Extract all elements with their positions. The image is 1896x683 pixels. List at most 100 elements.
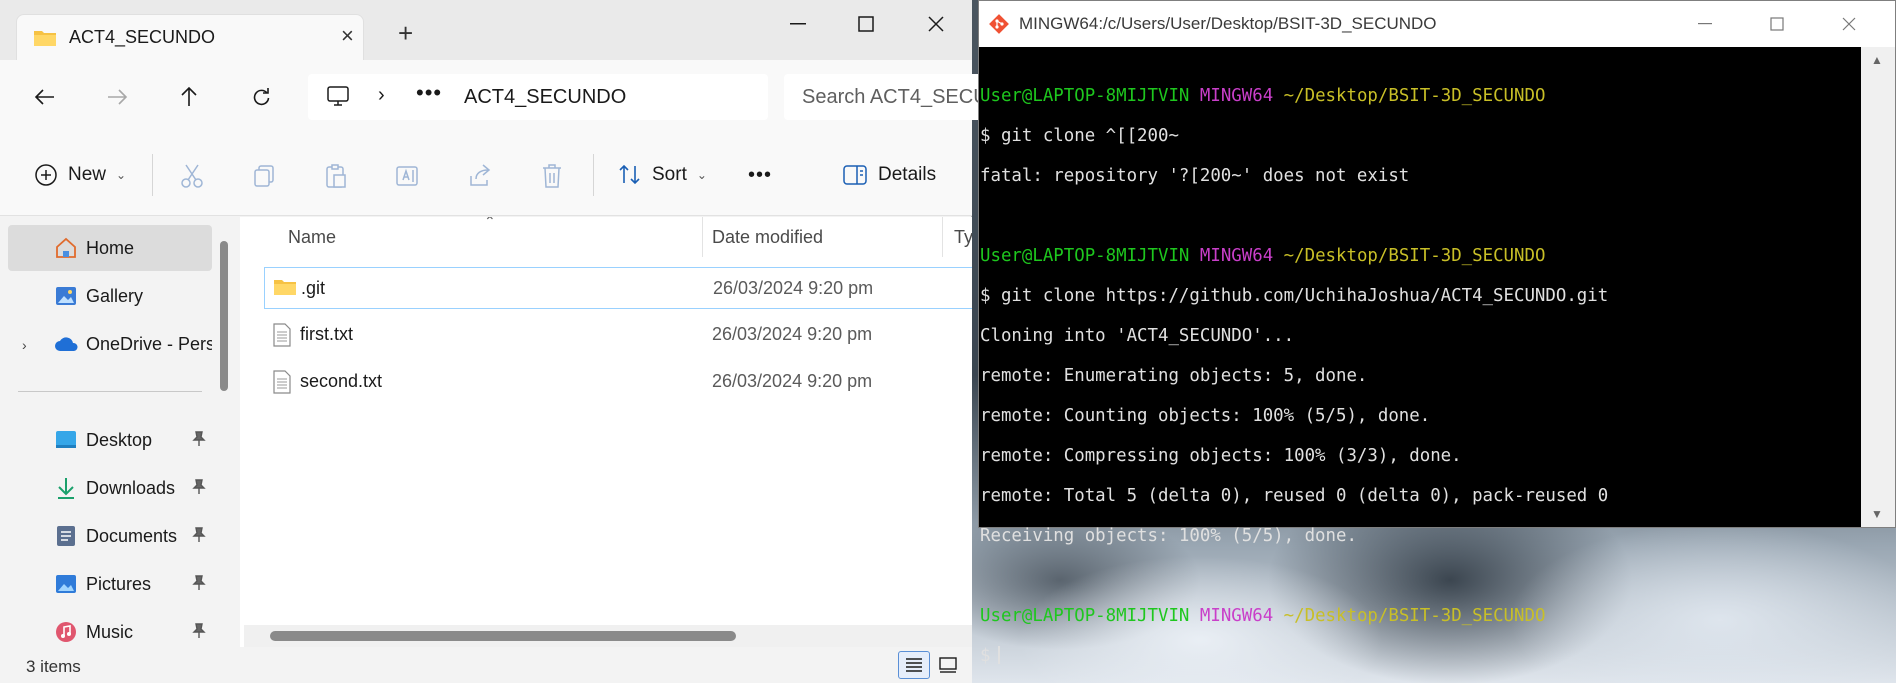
nav-item-home[interactable]: Home xyxy=(8,225,212,271)
new-button[interactable]: New ⌄ xyxy=(34,158,126,192)
nav-scrollbar-thumb[interactable] xyxy=(220,241,228,391)
git-bash-window: MINGW64:/c/Users/User/Desktop/BSIT-3D_SE… xyxy=(978,0,1896,666)
output-line: remote: Counting objects: 100% (5/5), do… xyxy=(980,406,1431,426)
column-header-date[interactable]: Date modified xyxy=(712,217,823,257)
tab-title: ACT4_SECUNDO xyxy=(69,27,216,47)
nav-item-downloads[interactable]: Downloads xyxy=(8,465,212,511)
details-pane-icon xyxy=(842,164,868,186)
address-field[interactable]: › ••• ACT4_SECUNDO xyxy=(308,74,768,120)
nav-item-desktop[interactable]: Desktop xyxy=(8,417,212,463)
forward-arrow-icon[interactable] xyxy=(102,82,132,112)
close-button[interactable] xyxy=(908,8,964,40)
nav-item-label: OneDrive - Personal xyxy=(86,333,212,354)
item-count: 3 items xyxy=(26,657,81,676)
tab-close-icon[interactable]: × xyxy=(341,23,354,49)
share-icon[interactable] xyxy=(466,162,494,190)
nav-item-label: Home xyxy=(86,237,135,258)
rename-icon[interactable] xyxy=(394,162,422,190)
new-label: New xyxy=(68,164,107,185)
up-arrow-icon[interactable] xyxy=(174,82,204,112)
scroll-down-arrow-icon[interactable]: ▼ xyxy=(1871,507,1883,521)
maximize-button[interactable] xyxy=(1749,9,1805,39)
current-command-line[interactable]: $ xyxy=(980,646,1861,666)
file-name: first.txt xyxy=(300,324,353,344)
nav-item-label: Pictures xyxy=(86,573,152,594)
column-divider[interactable] xyxy=(702,217,703,257)
this-pc-icon xyxy=(326,85,350,112)
new-tab-button[interactable]: + xyxy=(398,18,413,49)
terminal-scrollbar[interactable]: ▲ ▼ xyxy=(1861,47,1895,527)
text-cursor xyxy=(998,646,1001,664)
sort-ascending-icon: ⌃ xyxy=(484,217,496,229)
nav-item-label: Downloads xyxy=(86,477,176,498)
prompt-symbol: $ xyxy=(980,646,991,666)
file-row-git[interactable]: .git 26/03/2024 9:20 pm File folder xyxy=(264,267,972,309)
maximize-button[interactable] xyxy=(838,8,894,40)
pin-icon[interactable] xyxy=(192,479,206,500)
breadcrumb-chevron-icon[interactable]: › xyxy=(378,84,385,107)
prompt-line: User@LAPTOP-8MIJTVIN MINGW64 ~/Desktop/B… xyxy=(980,86,1861,106)
minimize-button[interactable] xyxy=(1677,9,1733,39)
status-bar: 3 items xyxy=(0,647,972,683)
terminal-output[interactable]: User@LAPTOP-8MIJTVIN MINGW64 ~/Desktop/B… xyxy=(979,47,1861,666)
details-view-button[interactable] xyxy=(898,651,930,679)
navigation-pane: Home Gallery › OneDrive - Personal Deskt… xyxy=(0,217,236,647)
address-bar-row: › ••• ACT4_SECUNDO Search ACT4_SECUNDO xyxy=(0,60,984,132)
horizontal-scrollbar-thumb[interactable] xyxy=(270,631,736,641)
downloads-icon xyxy=(54,476,78,500)
back-arrow-icon[interactable] xyxy=(30,82,60,112)
nav-item-gallery[interactable]: Gallery xyxy=(8,273,212,319)
prompt-env: MINGW64 xyxy=(1199,606,1274,626)
details-label: Details xyxy=(878,164,937,185)
paste-icon[interactable] xyxy=(322,162,350,190)
sort-button[interactable]: Sort ⌄ xyxy=(618,158,707,192)
file-row-first[interactable]: first.txt 26/03/2024 9:20 pm Text Docume… xyxy=(264,314,972,356)
more-options-button[interactable]: ••• xyxy=(748,158,772,192)
gallery-icon xyxy=(54,284,78,308)
pin-icon[interactable] xyxy=(192,431,206,452)
pin-icon[interactable] xyxy=(192,575,206,596)
prompt-line: User@LAPTOP-8MIJTVIN MINGW64 ~/Desktop/B… xyxy=(980,606,1861,626)
close-button[interactable] xyxy=(1821,9,1877,39)
details-button[interactable]: Details xyxy=(842,158,936,192)
pin-icon[interactable] xyxy=(192,527,206,548)
copy-icon[interactable] xyxy=(250,162,278,190)
column-header-type[interactable]: Type xyxy=(954,217,972,257)
prompt-user: User@LAPTOP-8MIJTVIN xyxy=(980,606,1190,626)
file-date: 26/03/2024 9:20 pm xyxy=(712,371,873,391)
explorer-tab[interactable]: ACT4_SECUNDO × xyxy=(16,14,364,60)
breadcrumb-overflow[interactable]: ••• xyxy=(416,80,442,106)
prompt-user: User@LAPTOP-8MIJTVIN xyxy=(980,246,1190,266)
column-divider[interactable] xyxy=(942,217,943,257)
minimize-button[interactable] xyxy=(770,8,826,40)
prompt-user: User@LAPTOP-8MIJTVIN xyxy=(980,86,1190,106)
file-name: second.txt xyxy=(300,371,383,391)
scroll-up-arrow-icon[interactable]: ▲ xyxy=(1871,53,1883,67)
nav-item-onedrive[interactable]: OneDrive - Personal xyxy=(8,321,212,367)
search-placeholder: Search ACT4_SECUNDO xyxy=(802,86,984,108)
text-file-icon xyxy=(272,370,292,399)
pin-icon[interactable] xyxy=(192,623,206,644)
plus-circle-icon xyxy=(34,163,58,187)
breadcrumb-current[interactable]: ACT4_SECUNDO xyxy=(464,86,626,109)
documents-icon xyxy=(54,524,78,548)
nav-item-pictures[interactable]: Pictures xyxy=(8,561,212,607)
tiles-view-button[interactable] xyxy=(932,651,964,679)
cut-icon[interactable] xyxy=(178,162,206,190)
output-line: Receiving objects: 100% (5/5), done. xyxy=(980,526,1357,546)
sort-label: Sort xyxy=(652,164,687,185)
search-input[interactable]: Search ACT4_SECUNDO xyxy=(784,74,984,120)
file-explorer-window: ACT4_SECUNDO × + › ••• ACT4_SECUNDO Sear… xyxy=(0,0,984,683)
prompt-line: User@LAPTOP-8MIJTVIN MINGW64 ~/Desktop/B… xyxy=(980,246,1861,266)
nav-item-documents[interactable]: Documents xyxy=(8,513,212,559)
file-row-second[interactable]: second.txt 26/03/2024 9:20 pm Text Docum… xyxy=(264,361,972,403)
column-header-name[interactable]: Name xyxy=(288,217,336,257)
music-icon xyxy=(54,620,78,644)
prompt-path: ~/Desktop/BSIT-3D_SECUNDO xyxy=(1283,86,1546,106)
delete-icon[interactable] xyxy=(538,162,566,190)
sort-icon xyxy=(618,163,642,187)
refresh-icon[interactable] xyxy=(246,82,276,112)
file-name: .git xyxy=(301,278,326,298)
